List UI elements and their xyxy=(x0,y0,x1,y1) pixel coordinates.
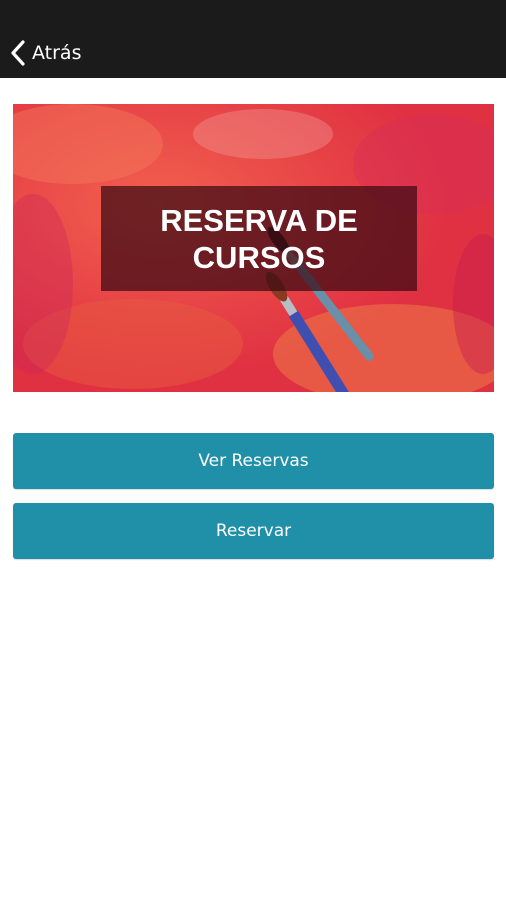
top-bar: Atrás xyxy=(0,0,506,78)
chevron-left-icon xyxy=(10,40,26,66)
book-button[interactable]: Reservar xyxy=(13,503,494,559)
banner-title: RESERVA DE CURSOS xyxy=(160,202,358,275)
back-button[interactable]: Atrás xyxy=(10,36,81,70)
back-label: Atrás xyxy=(32,42,82,64)
banner-title-overlay: RESERVA DE CURSOS xyxy=(101,186,417,291)
view-reservations-button[interactable]: Ver Reservas xyxy=(13,433,494,489)
course-banner-image: RESERVA DE CURSOS xyxy=(13,104,494,392)
